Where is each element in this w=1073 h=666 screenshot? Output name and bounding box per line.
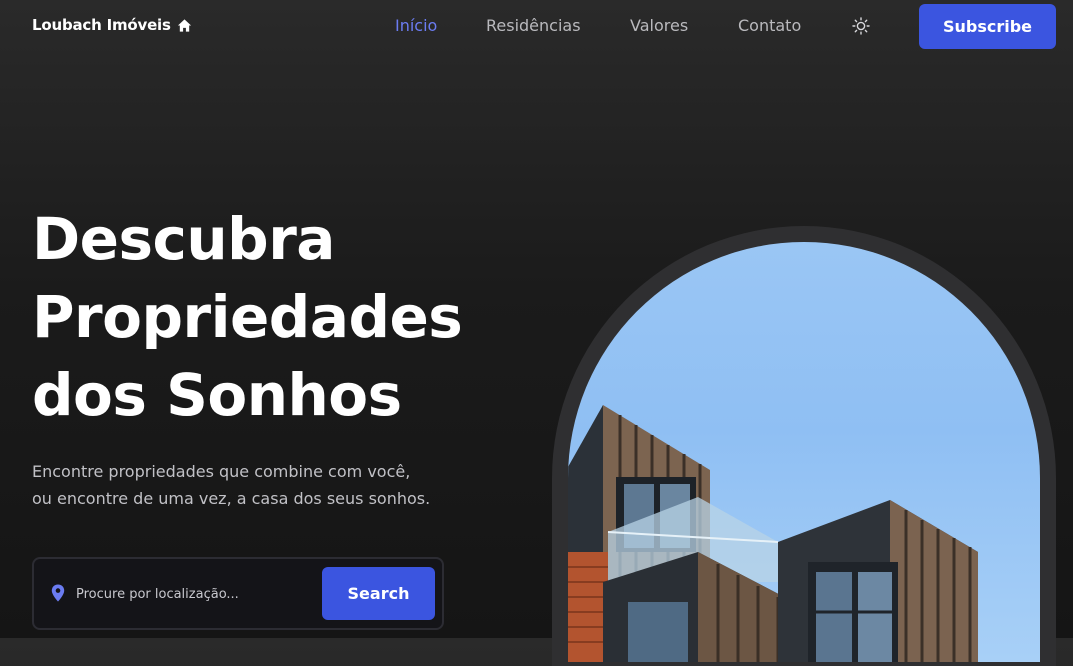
hero-title-line-2: Propriedades (32, 283, 463, 351)
hero-building-image (568, 242, 1040, 662)
subscribe-button[interactable]: Subscribe (919, 4, 1056, 49)
hero-title-line-3: dos Sonhos (32, 361, 402, 429)
nav-link-inicio[interactable]: Início (395, 16, 437, 35)
hero-subtitle: Encontre propriedades que combine com vo… (32, 458, 502, 512)
location-pin-icon (51, 584, 65, 602)
nav-link-residencias[interactable]: Residências (486, 16, 581, 35)
brand-logo[interactable]: Loubach Imóveis (32, 16, 192, 34)
search-bar: Search (32, 557, 444, 630)
hero-title-line-1: Descubra (32, 205, 335, 273)
location-search-input[interactable] (74, 581, 318, 607)
hero-subtitle-line-2: ou encontre de uma vez, a casa dos seus … (32, 489, 431, 508)
nav-link-valores[interactable]: Valores (630, 16, 688, 35)
sun-icon[interactable] (852, 17, 870, 35)
header: Loubach Imóveis Início Residências Valor… (0, 0, 1073, 54)
nav-link-contato[interactable]: Contato (738, 16, 801, 35)
building-illustration (568, 405, 978, 662)
search-button[interactable]: Search (322, 567, 435, 620)
hero-subtitle-line-1: Encontre propriedades que combine com vo… (32, 462, 411, 481)
brand-name: Loubach Imóveis (32, 16, 171, 34)
home-icon (177, 18, 191, 32)
hero-title: Descubra Propriedades dos Sonhos (32, 200, 463, 434)
